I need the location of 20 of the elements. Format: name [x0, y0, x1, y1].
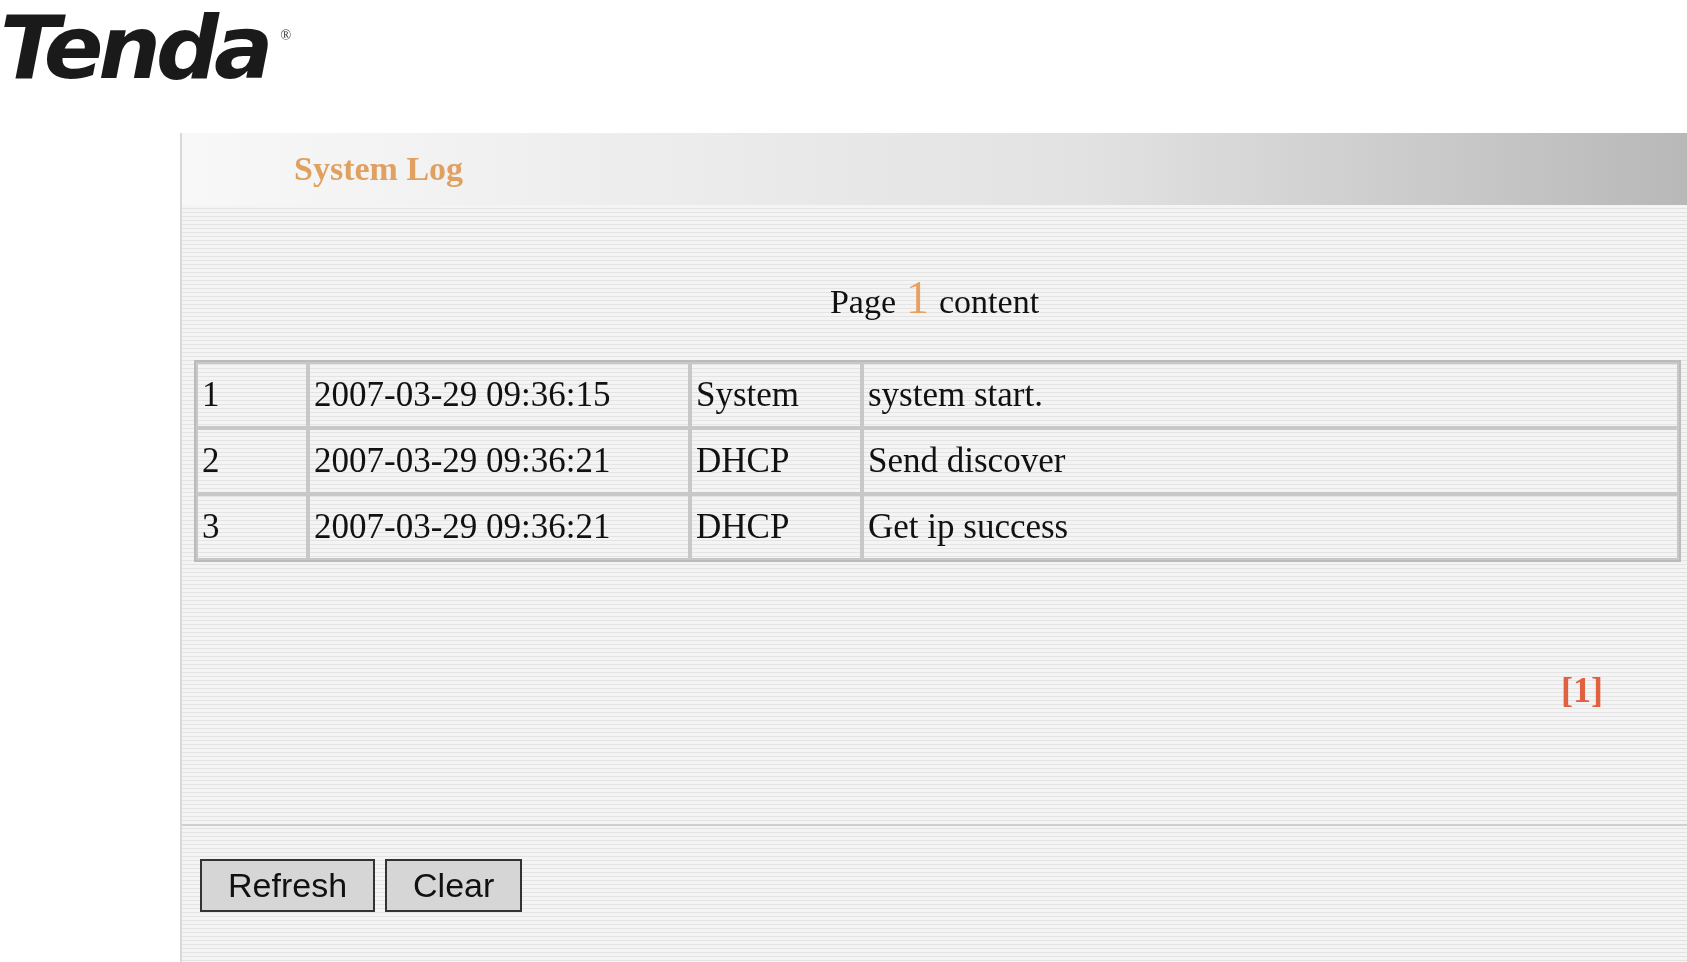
caption-text: Page: [829, 283, 896, 321]
table-cell: 2007-03-29 09:36:21: [308, 428, 690, 494]
table-cell: Get ip success: [862, 494, 1679, 560]
refresh-button[interactable]: Refresh: [200, 859, 376, 912]
table-cell: 2007-03-29 09:36:15: [308, 362, 690, 428]
registered-mark: ®: [280, 28, 292, 44]
panel-title: System Log: [294, 150, 464, 188]
table-cell: 2: [196, 428, 308, 494]
clear-button[interactable]: Clear: [385, 859, 523, 912]
table-cell: 1: [196, 362, 308, 428]
table-cell: system start.: [862, 362, 1679, 428]
table-cell: DHCP: [690, 494, 862, 560]
caption-text: content: [939, 283, 1040, 321]
page-number: 1: [906, 271, 929, 324]
table-cell: 3: [196, 494, 308, 560]
table-cell: DHCP: [690, 428, 862, 494]
table-cell: System: [690, 362, 862, 428]
table-cell: Send discover: [862, 428, 1679, 494]
logo: Tenda: [0, 2, 270, 95]
table-cell: 2007-03-29 09:36:21: [308, 494, 690, 560]
